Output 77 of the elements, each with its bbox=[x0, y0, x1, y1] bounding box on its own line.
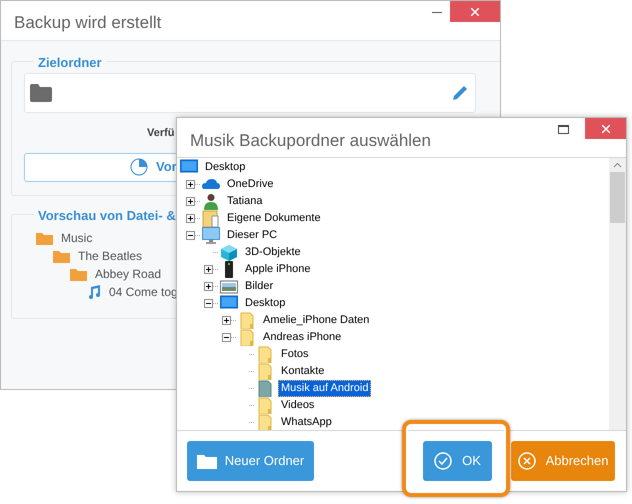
folder-icon bbox=[256, 414, 274, 430]
folder-icon bbox=[238, 329, 256, 346]
tree-item[interactable]: Apple iPhone bbox=[242, 261, 314, 278]
monitor-icon bbox=[202, 227, 220, 244]
tree-line bbox=[195, 184, 201, 185]
expand-icon[interactable] bbox=[222, 316, 231, 325]
tree-line bbox=[195, 235, 201, 236]
folder-icon bbox=[202, 210, 220, 227]
tree-line bbox=[249, 371, 255, 372]
tree-line bbox=[231, 320, 237, 321]
tree-item[interactable]: Kontakte bbox=[278, 363, 328, 380]
tree-line bbox=[249, 354, 255, 355]
scrollbar-thumb[interactable] bbox=[610, 172, 625, 223]
folder-icon bbox=[256, 380, 274, 397]
collapse-icon[interactable] bbox=[222, 333, 231, 342]
tree-item[interactable]: Eigene Dokumente bbox=[224, 210, 324, 227]
close-icon bbox=[518, 452, 538, 470]
tree-item[interactable]: Musik auf Android bbox=[278, 380, 372, 397]
tree-line bbox=[231, 337, 237, 338]
tree-item[interactable]: Fotos bbox=[278, 346, 312, 363]
pie-chart-icon bbox=[130, 158, 148, 176]
folder-path-field[interactable] bbox=[24, 73, 476, 113]
tree-item[interactable]: 3D-Objekte bbox=[242, 244, 304, 261]
expand-icon[interactable] bbox=[186, 214, 195, 223]
expand-icon[interactable] bbox=[204, 265, 213, 274]
tree-item[interactable]: Desktop bbox=[242, 295, 288, 312]
maximize-icon bbox=[558, 125, 569, 134]
folder-icon bbox=[238, 312, 256, 329]
folder-icon bbox=[70, 268, 87, 280]
collapse-icon[interactable] bbox=[204, 299, 213, 308]
tree-line bbox=[249, 405, 255, 406]
edit-icon[interactable] bbox=[451, 84, 469, 102]
cube-icon bbox=[220, 244, 238, 261]
folder-icon bbox=[256, 397, 274, 414]
close-icon bbox=[602, 124, 610, 132]
tree-line bbox=[195, 201, 201, 202]
folder-name: Abbey Road bbox=[95, 266, 162, 283]
collapse-icon[interactable] bbox=[186, 231, 195, 240]
scrollbar[interactable] bbox=[609, 158, 626, 430]
folder-icon bbox=[256, 363, 274, 380]
tree-line bbox=[195, 218, 201, 219]
tree-line bbox=[213, 303, 219, 304]
folder-icon bbox=[36, 232, 53, 244]
tree-line bbox=[213, 286, 219, 287]
tree-item[interactable]: Videos bbox=[278, 397, 318, 414]
music-note-icon bbox=[87, 285, 101, 299]
tree-item[interactable]: WhatsApp bbox=[278, 414, 335, 430]
close-button[interactable] bbox=[585, 118, 626, 139]
close-icon bbox=[471, 8, 479, 16]
tree-line bbox=[213, 252, 219, 253]
tree-line bbox=[213, 269, 219, 270]
window-title: Backup wird erstellt bbox=[13, 12, 162, 34]
folder-icon bbox=[30, 84, 52, 102]
tree-line bbox=[249, 422, 255, 423]
tree-item[interactable]: Tatiana bbox=[224, 193, 266, 210]
tree-item[interactable]: Amelie_iPhone Daten bbox=[260, 312, 372, 329]
folder-icon bbox=[53, 250, 70, 262]
person-icon bbox=[202, 193, 220, 210]
tree-item[interactable]: Bilder bbox=[242, 278, 276, 295]
image-icon bbox=[220, 278, 238, 295]
tree-item[interactable]: Dieser PC bbox=[224, 227, 280, 244]
window-title: Musik Backupordner auswählen bbox=[189, 130, 431, 152]
tree-line bbox=[249, 388, 255, 389]
expand-icon[interactable] bbox=[186, 180, 195, 189]
folder-icon bbox=[196, 452, 217, 470]
tree-item[interactable]: OneDrive bbox=[224, 176, 276, 193]
expand-icon[interactable] bbox=[186, 197, 195, 206]
tree-item[interactable]: Andreas iPhone bbox=[260, 329, 344, 346]
close-button[interactable] bbox=[450, 1, 500, 22]
available-label: Verfü bbox=[147, 126, 175, 141]
folder-icon bbox=[256, 346, 274, 363]
tree-item[interactable]: Desktop bbox=[202, 159, 248, 176]
expand-icon[interactable] bbox=[204, 282, 213, 291]
folder-name: The Beatles bbox=[78, 248, 142, 265]
minimize-icon bbox=[432, 12, 442, 13]
folder-name: Music bbox=[61, 230, 92, 247]
check-icon bbox=[434, 452, 454, 470]
